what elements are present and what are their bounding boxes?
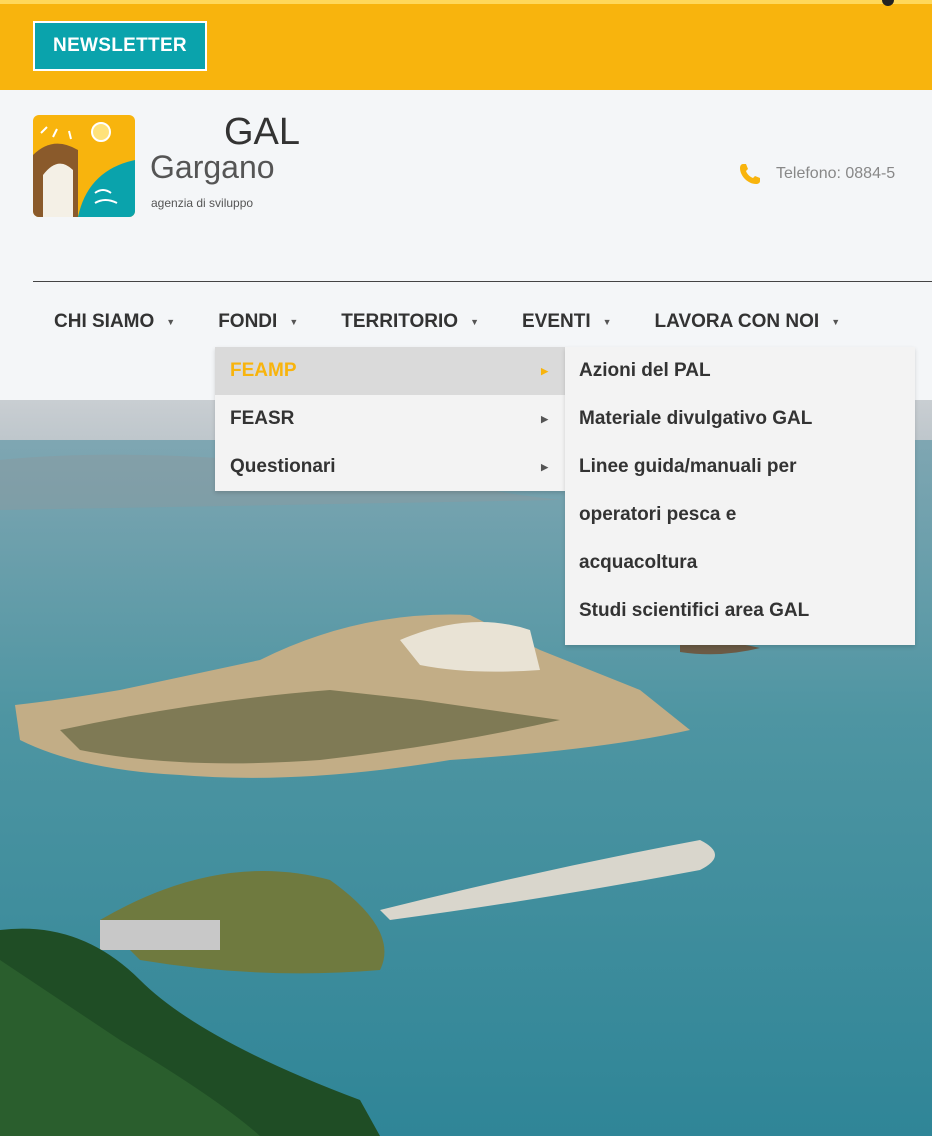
submenu-item-linee-guida-cont[interactable]: operatori pesca e [565, 491, 915, 539]
nav-item-label: CHI SIAMO [54, 311, 155, 332]
top-indicator [882, 0, 894, 6]
brand-wordmark[interactable]: GAL Gargano agenzia di sviluppo [150, 112, 310, 222]
phone-text[interactable]: Telefono: 0884-5 [776, 165, 895, 183]
menu-item-label: Questionari [230, 456, 336, 477]
caret-down-icon: ▼ [831, 317, 841, 327]
top-strip [0, 0, 932, 4]
gal-logo-icon[interactable] [33, 115, 135, 217]
main-nav: CHI SIAMO ▼ FONDI ▼ TERRITORIO ▼ EVENTI … [33, 298, 862, 346]
nav-item-label: EVENTI [521, 311, 591, 332]
caret-down-icon: ▼ [166, 317, 176, 327]
chevron-right-icon: ▶ [541, 365, 548, 376]
menu-item-label: FEAMP [230, 360, 297, 381]
nav-item-chi-siamo[interactable]: CHI SIAMO ▼ [33, 298, 197, 346]
contact-phone: Telefono: 0884-5 [738, 162, 895, 186]
newsletter-button[interactable]: NEWSLETTER [33, 21, 207, 71]
nav-item-label: LAVORA CON NOI [654, 311, 820, 332]
menu-item-label: FEASR [230, 408, 295, 429]
nav-item-lavora-con-noi[interactable]: LAVORA CON NOI ▼ [634, 298, 863, 346]
feamp-submenu: Azioni del PAL Materiale divulgativo GAL… [565, 347, 915, 645]
brand-name-top: GAL [223, 111, 300, 153]
brand-name-bottom: Gargano [150, 149, 275, 185]
chevron-right-icon: ▶ [541, 461, 548, 472]
menu-item-questionari[interactable]: Questionari ▶ [215, 443, 565, 491]
nav-item-territorio[interactable]: TERRITORIO ▼ [320, 298, 501, 346]
submenu-item-materiale-divulgativo[interactable]: Materiale divulgativo GAL [565, 395, 915, 443]
submenu-item-linee-guida[interactable]: Linee guida/manuali per [565, 443, 915, 491]
submenu-item-studi-scientifici[interactable]: Studi scientifici area GAL [565, 587, 915, 635]
caret-down-icon: ▼ [289, 317, 299, 327]
nav-item-label: FONDI [218, 311, 278, 332]
nav-item-label: TERRITORIO [341, 311, 459, 332]
caret-down-icon: ▼ [470, 317, 479, 327]
fondi-dropdown: FEAMP ▶ FEASR ▶ Questionari ▶ [215, 347, 565, 491]
chevron-right-icon: ▶ [541, 413, 548, 424]
menu-item-feamp[interactable]: FEAMP ▶ [215, 347, 565, 395]
brand-tagline: agenzia di sviluppo [151, 196, 254, 210]
caret-down-icon: ▼ [602, 317, 612, 327]
top-bar: NEWSLETTER [0, 0, 932, 90]
header-divider [33, 281, 932, 282]
nav-item-fondi[interactable]: FONDI ▼ [197, 298, 320, 346]
submenu-item-linee-guida-cont2[interactable]: acquacoltura [565, 539, 915, 587]
submenu-item-azioni-pal[interactable]: Azioni del PAL [565, 347, 915, 395]
nav-item-eventi[interactable]: EVENTI ▼ [501, 298, 634, 346]
phone-icon [740, 164, 760, 184]
menu-item-feasr[interactable]: FEASR ▶ [215, 395, 565, 443]
